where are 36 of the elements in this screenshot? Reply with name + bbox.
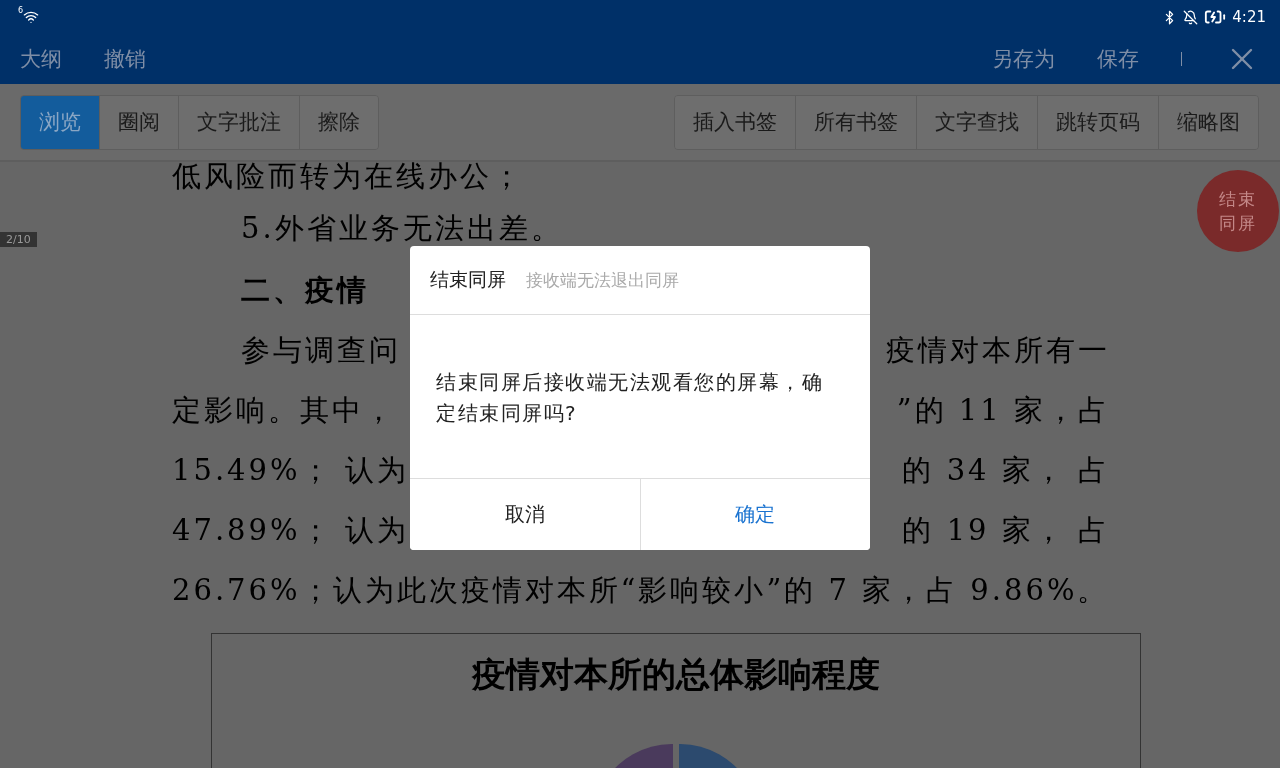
header-action[interactable]: 保存 xyxy=(1097,45,1139,73)
chart-title: 疫情对本所的总体影响程度 xyxy=(472,653,880,696)
document-text: 低风险而转为在线办公； xyxy=(172,162,524,192)
document-text: 26.76%；认为此次疫情对本所“影响较小”的 7 家，占 9.86%。 xyxy=(172,574,1110,606)
clock: 4:21 xyxy=(1232,8,1266,26)
document-text: ”的 11 家，占 xyxy=(896,394,1110,426)
document-text: 的 19 家， 占 xyxy=(902,514,1110,546)
tool-button[interactable]: 所有书签 xyxy=(795,95,916,149)
dialog-title: 结束同屏 xyxy=(430,267,506,292)
end-share-button[interactable]: 结束同屏 xyxy=(1197,170,1279,252)
tool-button[interactable]: 跳转页码 xyxy=(1037,95,1158,149)
document-text: 5.外省业务无法出差。 xyxy=(241,212,563,244)
tool-button[interactable]: 文字查找 xyxy=(916,95,1037,149)
mode-tab[interactable]: 文字批注 xyxy=(178,95,299,149)
page-indicator: 2/10 xyxy=(0,232,37,247)
header-action[interactable]: 另存为 xyxy=(992,45,1055,73)
bell-off-icon xyxy=(1183,9,1199,25)
mode-tab[interactable]: 圈阅 xyxy=(99,95,178,149)
dialog-message: 结束同屏后接收端无法观看您的屏幕，确定结束同屏吗? xyxy=(436,369,824,427)
tool-button[interactable]: 插入书签 xyxy=(675,95,795,149)
header-action[interactable]: 大纲 xyxy=(20,45,62,73)
network-label: 6 xyxy=(18,6,24,15)
document-text: 47.89%； 认为 xyxy=(172,514,409,546)
confirm-button[interactable]: 确定 xyxy=(639,479,870,550)
document-heading: 二、疫情 xyxy=(241,274,369,306)
mode-tab[interactable]: 浏览 xyxy=(21,95,99,149)
document-text: 疫情对本所有一 xyxy=(886,334,1110,366)
dialog-subtitle: 接收端无法退出同屏 xyxy=(526,268,679,292)
document-text: 参与调查问 xyxy=(241,334,401,366)
tool-button[interactable]: 缩略图 xyxy=(1158,95,1258,149)
mode-tab[interactable]: 擦除 xyxy=(299,95,378,149)
header-action[interactable]: 撤销 xyxy=(104,45,146,73)
document-text: 定影响。其中， xyxy=(172,394,396,426)
wifi-icon xyxy=(23,9,40,25)
document-text: 15.49%； 认为 xyxy=(172,454,409,486)
document-text: 的 34 家， 占 xyxy=(902,454,1110,486)
